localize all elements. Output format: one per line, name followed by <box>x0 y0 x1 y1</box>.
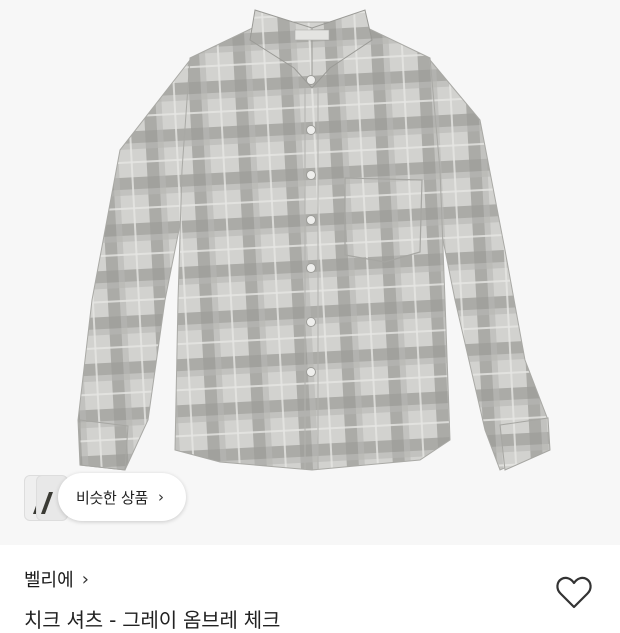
product-title: 치크 셔츠 - 그레이 옴브레 체크 <box>24 608 281 632</box>
chevron-right-icon: › <box>157 488 164 506</box>
chevron-right-icon: › <box>81 568 89 590</box>
similar-products-label: 비슷한 상품 <box>76 488 148 507</box>
product-image[interactable] <box>0 0 620 545</box>
similar-products-button[interactable]: 비슷한 상품 › <box>58 473 186 521</box>
brand-name: 벨리에 <box>24 570 74 591</box>
shirt-illustration <box>77 9 551 471</box>
brand-link[interactable]: 벨리에 › <box>24 566 89 592</box>
similar-products-chip[interactable]: 비슷한 상품 › <box>24 472 186 522</box>
heart-icon[interactable] <box>555 574 593 610</box>
